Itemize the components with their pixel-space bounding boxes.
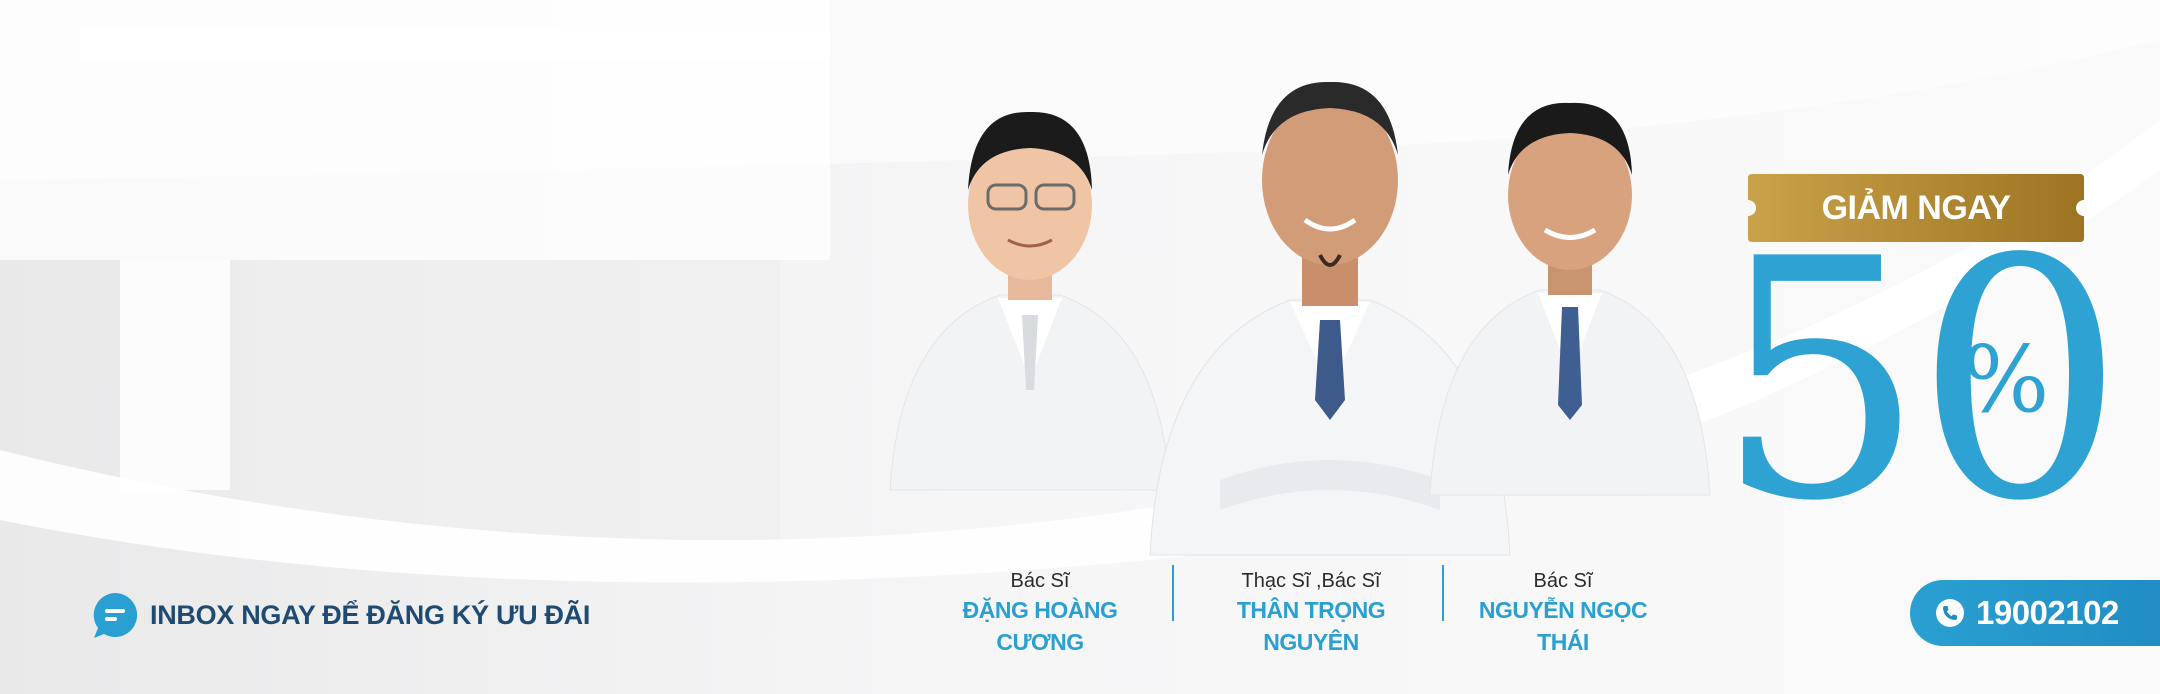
doctor-name: NGUYỄN NGỌC THÁI (1478, 597, 1648, 655)
hotline-button[interactable]: 19002102 (1910, 580, 2160, 646)
doctor-role: Thạc Sĩ ,Bác Sĩ (1241, 570, 1381, 592)
doctor-caption-1: Bác Sĩ ĐẶNG HOÀNG CƯƠNG (920, 568, 1160, 658)
discount-unit: % (1962, 326, 2050, 433)
doctor-role: Bác Sĩ (1533, 570, 1593, 592)
chat-bubble-icon (90, 590, 140, 640)
doctor-role: Bác Sĩ (1010, 570, 1070, 592)
caption-divider (1172, 565, 1174, 621)
inbox-cta-button[interactable]: INBOX NGAY ĐỂ ĐĂNG KÝ ƯU ĐÃI (90, 590, 590, 640)
doctor-caption-3: Bác Sĩ NGUYỄN NGỌC THÁI (1456, 568, 1670, 658)
doctor-caption-2: Thạc Sĩ ,Bác Sĩ THÂN TRỌNG NGUYÊN (1188, 568, 1434, 658)
caption-divider (1442, 565, 1444, 621)
phone-icon (1936, 599, 1964, 627)
promo-banner: Bác Sĩ ĐẶNG HOÀNG CƯƠNG Thạc Sĩ ,Bác Sĩ … (0, 0, 2160, 694)
discount-value: 50 (1715, 189, 2125, 573)
doctor-photo-3 (1420, 75, 1720, 505)
doctor-name: THÂN TRỌNG NGUYÊN (1236, 597, 1386, 655)
inbox-cta-label: INBOX NGAY ĐỂ ĐĂNG KÝ ƯU ĐÃI (150, 599, 591, 630)
doctor-name: ĐẶNG HOÀNG CƯƠNG (962, 597, 1118, 655)
doctor-photo-1 (880, 80, 1180, 500)
hotline-number: 19002102 (1976, 594, 2119, 631)
